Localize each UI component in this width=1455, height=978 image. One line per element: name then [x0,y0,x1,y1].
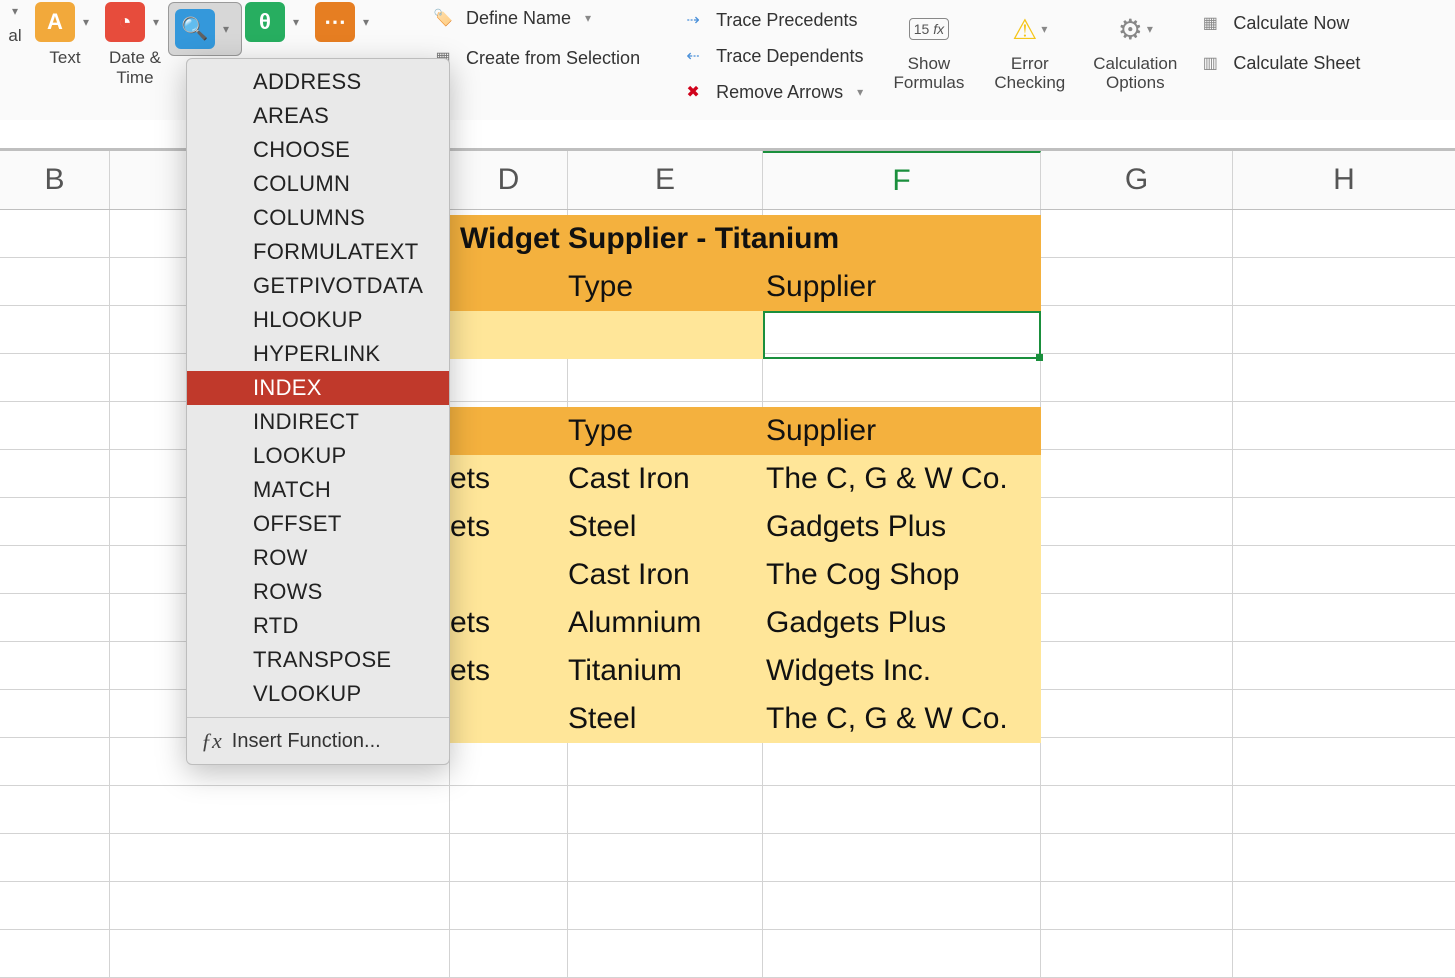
trace-precedents-button[interactable]: ⇢ Trace Precedents [680,4,863,36]
function-dropdown[interactable]: ADDRESSAREASCHOOSECOLUMNCOLUMNSFORMULATE… [186,58,450,765]
function-item-choose[interactable]: CHOOSE [187,133,449,167]
fill-handle[interactable] [1036,354,1043,361]
create-from-selection-button[interactable]: ▦ Create from Selection [430,42,640,74]
function-item-transpose[interactable]: TRANSPOSE [187,643,449,677]
header2-supplier: Supplier [766,407,876,455]
col-header-h[interactable]: H [1233,151,1455,209]
text-icon: A [35,2,75,42]
function-item-formulatext[interactable]: FORMULATEXT [187,235,449,269]
calculate-now-button[interactable]: ▦ Calculate Now [1197,8,1360,38]
theta-icon: θ [245,2,285,42]
row-d-fragment: ets [450,647,490,695]
chevron-down-icon: ▾ [153,15,159,29]
error-checking-button[interactable]: ⚠▾ Error Checking [994,2,1065,92]
row-supplier: Widgets Inc. [766,647,931,695]
function-item-index[interactable]: INDEX [187,371,449,405]
fx-icon: ƒx [201,728,222,754]
function-item-areas[interactable]: AREAS [187,99,449,133]
header1-type: Type [568,263,633,311]
sheet-title: Widget Supplier - Titanium [450,215,1041,263]
header2-band [450,407,1041,455]
function-item-address[interactable]: ADDRESS [187,65,449,99]
input-row-yellow [450,311,763,359]
more-icon: ⋯ [315,2,355,42]
function-item-row[interactable]: ROW [187,541,449,575]
calculation-options-button[interactable]: ⚙▾ Calculation Options [1093,2,1177,92]
define-name-button[interactable]: 🏷️ Define Name ▾ [430,2,640,34]
calc-section: ▦ Calculate Now ▥ Calculate Sheet [1197,2,1360,78]
names-section: 🏷️ Define Name ▾ ▦ Create from Selection [430,2,640,74]
col-header-d[interactable]: D [450,151,568,209]
chevron-down-icon: ▾ [12,4,18,18]
category-text[interactable]: A ▾ Text [30,2,100,68]
function-item-columns[interactable]: COLUMNS [187,201,449,235]
row-type: Titanium [568,647,682,695]
function-item-hlookup[interactable]: HLOOKUP [187,303,449,337]
calc-now-icon: ▦ [1197,12,1223,34]
header2-type: Type [568,407,633,455]
chevron-down-icon: ▾ [857,85,863,99]
row-type: Steel [568,695,636,743]
clock-icon: ◔ [105,2,145,42]
grid-row[interactable] [0,786,1455,834]
row-d-fragment: ets [450,599,490,647]
calc-sheet-icon: ▥ [1197,52,1223,74]
category-partial[interactable]: ▾ al [0,2,30,46]
chevron-down-icon: ▾ [293,15,299,29]
function-item-indirect[interactable]: INDIRECT [187,405,449,439]
function-item-getpivotdata[interactable]: GETPIVOTDATA [187,269,449,303]
row-type: Cast Iron [568,551,690,599]
grid-row[interactable] [0,930,1455,978]
col-header-f[interactable]: F [763,151,1041,209]
tag-icon: 🏷️ [430,7,456,29]
chevron-down-icon: ▾ [1147,22,1153,36]
calculate-sheet-button[interactable]: ▥ Calculate Sheet [1197,48,1360,78]
trace-precedents-icon: ⇢ [680,9,706,31]
category-math[interactable]: θ ▾ [240,2,310,42]
header1-supplier: Supplier [766,263,876,311]
row-supplier: Gadgets Plus [766,599,946,647]
remove-arrows-icon: ✖ [680,81,706,103]
show-formulas-button[interactable]: 15 fx Show Formulas [894,2,965,92]
function-item-hyperlink[interactable]: HYPERLINK [187,337,449,371]
category-lookup[interactable]: 🔍 ▾ [170,2,240,62]
chevron-down-icon: ▾ [585,11,591,25]
chevron-down-icon: ▾ [223,22,229,36]
row-type: Cast Iron [568,455,690,503]
header1-band [450,263,1041,311]
chevron-down-icon: ▾ [363,15,369,29]
insert-function-item[interactable]: ƒx Insert Function... [187,717,449,764]
function-item-rtd[interactable]: RTD [187,609,449,643]
category-more[interactable]: ⋯ ▾ [310,2,380,42]
function-item-lookup[interactable]: LOOKUP [187,439,449,473]
function-item-rows[interactable]: ROWS [187,575,449,609]
row-supplier: The Cog Shop [766,551,959,599]
grid-row[interactable] [0,834,1455,882]
row-supplier: The C, G & W Co. [766,695,1008,743]
row-d-fragment: ets [450,455,490,503]
auditing-section: ⇢ Trace Precedents ⇠ Trace Dependents ✖ … [680,2,863,108]
col-header-b[interactable]: B [0,151,110,209]
category-datetime[interactable]: ◔ ▾ Date & Time [100,2,170,88]
remove-arrows-button[interactable]: ✖ Remove Arrows ▾ [680,76,863,108]
col-header-e[interactable]: E [568,151,763,209]
active-cell[interactable] [763,311,1041,359]
search-icon: 🔍 [175,9,215,49]
grid-row[interactable] [0,882,1455,930]
row-supplier: Gadgets Plus [766,503,946,551]
row-type: Steel [568,503,636,551]
row-d-fragment: ets [450,503,490,551]
function-item-column[interactable]: COLUMN [187,167,449,201]
col-header-g[interactable]: G [1041,151,1233,209]
chevron-down-icon: ▾ [83,15,89,29]
trace-dependents-icon: ⇠ [680,45,706,67]
chevron-down-icon: ▾ [1041,22,1047,36]
function-item-vlookup[interactable]: VLOOKUP [187,677,449,711]
row-supplier: The C, G & W Co. [766,455,1008,503]
function-item-match[interactable]: MATCH [187,473,449,507]
row-type: Alumnium [568,599,701,647]
function-item-offset[interactable]: OFFSET [187,507,449,541]
trace-dependents-button[interactable]: ⇠ Trace Dependents [680,40,863,72]
